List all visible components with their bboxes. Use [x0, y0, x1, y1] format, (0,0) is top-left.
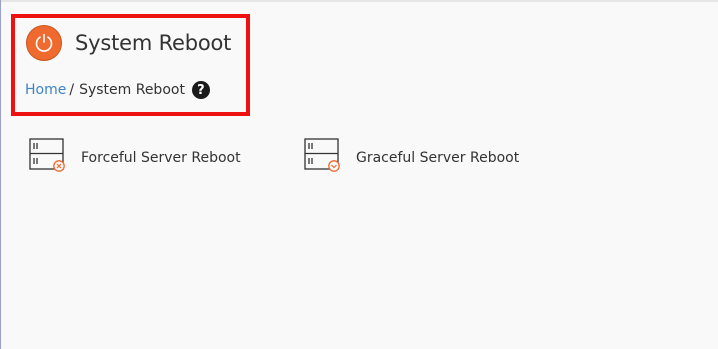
- power-icon: [26, 25, 62, 61]
- forceful-reboot-option[interactable]: Forceful Server Reboot: [29, 138, 241, 177]
- server-force-icon: [29, 138, 66, 177]
- graceful-reboot-option[interactable]: Graceful Server Reboot: [304, 138, 519, 177]
- reboot-options: Forceful Server Reboot Graceful Server R…: [0, 138, 718, 178]
- page-title: System Reboot: [75, 31, 232, 55]
- graceful-reboot-label: Graceful Server Reboot: [356, 149, 520, 166]
- breadcrumb-current: System Reboot: [79, 82, 185, 98]
- breadcrumb-separator: /: [69, 82, 75, 98]
- breadcrumb: Home / System Reboot ?: [25, 81, 210, 99]
- breadcrumb-home-link[interactable]: Home: [25, 82, 66, 98]
- top-border: [0, 0, 718, 2]
- forceful-reboot-label: Forceful Server Reboot: [81, 149, 241, 166]
- help-glyph: ?: [197, 82, 205, 98]
- help-icon[interactable]: ?: [191, 81, 210, 99]
- page-header: System Reboot: [26, 25, 231, 61]
- server-graceful-icon: [304, 138, 341, 177]
